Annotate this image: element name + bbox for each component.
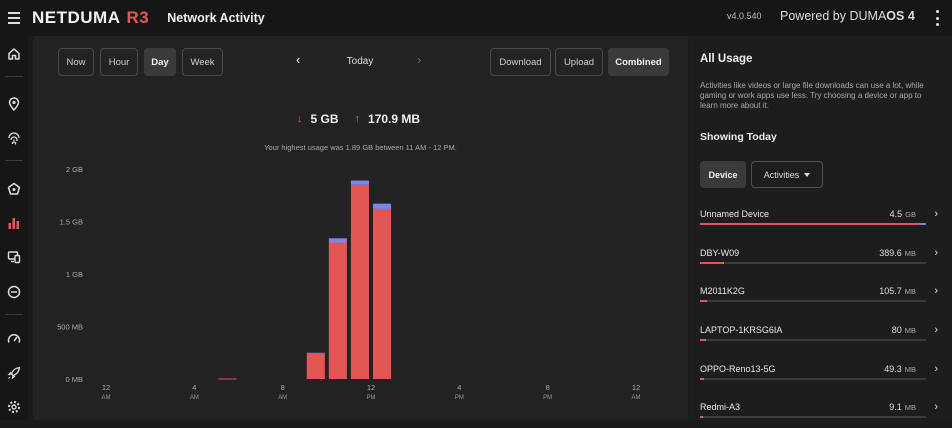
- device-row[interactable]: Unnamed Device 4.5 GB ›: [700, 208, 942, 235]
- devices-icon[interactable]: [4, 247, 24, 267]
- showing-label: Showing Today: [700, 131, 777, 143]
- download-bar-11[interactable]: [350, 184, 370, 379]
- bar-chart-icon[interactable]: [4, 213, 24, 233]
- x-tick-sublabel: AM: [632, 395, 641, 401]
- x-tick-label: 4: [192, 383, 196, 392]
- x-tick-sublabel: AM: [278, 395, 287, 401]
- x-tick-sublabel: PM: [367, 395, 376, 401]
- device-download-fill: [700, 262, 723, 264]
- sidebar-divider: [5, 160, 23, 161]
- x-tick-label: 12: [367, 383, 375, 392]
- x-tick-label: 4: [457, 383, 461, 392]
- device-row[interactable]: M2011K2G 105.7 MB ›: [700, 285, 942, 312]
- device-usage: 49.3 MB: [884, 364, 916, 374]
- speedometer-icon[interactable]: [4, 329, 24, 349]
- upload-bar-9[interactable]: [306, 352, 325, 354]
- chevron-right-icon[interactable]: ›: [934, 363, 938, 375]
- chevron-right-icon[interactable]: ›: [934, 285, 938, 297]
- usage-panel: All Usage Activities like videos or larg…: [690, 36, 952, 420]
- x-tick-sublabel: PM: [543, 395, 552, 401]
- y-tick-label: 0 MB: [65, 375, 83, 384]
- panel-title: All Usage: [700, 53, 753, 65]
- version-label: v4.0.540: [727, 11, 762, 21]
- more-options-icon[interactable]: [934, 10, 940, 26]
- sidebar-divider: [5, 76, 23, 77]
- hamburger-menu-icon[interactable]: [0, 0, 28, 36]
- device-upload-fill: [702, 378, 704, 380]
- download-bar-5[interactable]: [218, 378, 237, 380]
- device-name: Unnamed Device: [700, 209, 770, 219]
- location-pin-icon[interactable]: [4, 94, 24, 114]
- x-tick-sublabel: AM: [190, 395, 199, 401]
- device-name: OPPO-Reno13-5G: [700, 364, 776, 374]
- device-upload-fill: [722, 262, 724, 264]
- x-tick-label: 12: [102, 383, 110, 392]
- y-tick-label: 1.5 GB: [60, 218, 83, 227]
- device-usage-bar: [700, 339, 926, 341]
- x-tick-sublabel: PM: [455, 395, 464, 401]
- fingerprint-icon[interactable]: [4, 129, 24, 149]
- device-upload-fill: [704, 339, 706, 341]
- caret-down-icon: [804, 172, 811, 177]
- device-upload-fill: [702, 416, 703, 418]
- y-tick-label: 1 GB: [66, 270, 83, 279]
- device-usage-bar: [700, 223, 926, 225]
- sidebar: [0, 36, 28, 420]
- minus-circle-icon[interactable]: [4, 282, 24, 302]
- device-usage-bar: [700, 416, 926, 418]
- device-name: Redmi-A3: [700, 402, 741, 412]
- device-usage: 80 MB: [891, 325, 916, 335]
- device-row[interactable]: Redmi-A3 9.1 MB ›: [700, 401, 942, 428]
- device-toggle-button[interactable]: Device: [700, 161, 746, 188]
- device-row[interactable]: LAPTOP-1KRSG6IA 80 MB ›: [700, 324, 942, 351]
- chevron-right-icon[interactable]: ›: [934, 324, 938, 336]
- home-icon[interactable]: [4, 44, 24, 64]
- upload-bar-11[interactable]: [350, 180, 370, 185]
- device-upload-fill: [919, 223, 926, 225]
- chevron-right-icon[interactable]: ›: [934, 401, 938, 413]
- device-name: M2011K2G: [700, 286, 745, 296]
- device-usage: 4.5 GB: [889, 209, 916, 219]
- y-tick-label: 2 GB: [66, 165, 83, 174]
- upload-bar-10[interactable]: [328, 238, 347, 243]
- device-upload-fill: [705, 300, 707, 302]
- x-tick-label: 12: [632, 383, 640, 392]
- device-row[interactable]: OPPO-Reno13-5G 49.3 MB ›: [700, 363, 942, 390]
- device-usage: 105.7 MB: [879, 286, 916, 296]
- chevron-right-icon[interactable]: ›: [934, 208, 938, 220]
- x-tick-label: 8: [546, 383, 550, 392]
- device-usage: 389.6 MB: [879, 248, 916, 258]
- device-name: LAPTOP-1KRSG6IA: [700, 325, 783, 335]
- rocket-icon[interactable]: [4, 363, 24, 383]
- device-row[interactable]: DBY-W09 389.6 MB ›: [700, 247, 942, 274]
- brand-logo: NETDUMA R3: [32, 8, 150, 27]
- chevron-right-icon[interactable]: ›: [934, 247, 938, 259]
- powered-by-label: Powered by DUMAOS 4: [780, 9, 915, 23]
- activities-dropdown-label: Activities: [763, 169, 800, 180]
- page-title: Network Activity: [167, 11, 265, 25]
- x-tick-sublabel: AM: [102, 395, 111, 401]
- sidebar-divider: [5, 314, 23, 315]
- x-tick-label: 8: [281, 383, 285, 392]
- pentagon-shield-icon[interactable]: [4, 179, 24, 199]
- device-name: DBY-W09: [700, 248, 740, 258]
- upload-bar-12[interactable]: [372, 203, 392, 209]
- activities-dropdown[interactable]: Activities: [751, 161, 823, 188]
- settings-icon[interactable]: [4, 397, 24, 417]
- device-usage-bar: [700, 262, 926, 264]
- download-bar-9[interactable]: [306, 353, 325, 379]
- download-bar-12[interactable]: [372, 208, 392, 379]
- y-tick-label: 500 MB: [57, 323, 83, 332]
- device-usage-bar: [700, 378, 926, 380]
- usage-bar-chart: 0 MB 500 MB 1 GB 1.5 GB 2 GB 12 AM 4 AM 8 AM 12 PM 4 P…: [57, 165, 641, 401]
- device-usage: 9.1 MB: [889, 402, 916, 412]
- panel-description: Activities like videos or large file dow…: [700, 81, 924, 110]
- device-download-fill: [700, 223, 920, 225]
- download-bar-10[interactable]: [328, 242, 347, 380]
- device-usage-bar: [700, 300, 926, 302]
